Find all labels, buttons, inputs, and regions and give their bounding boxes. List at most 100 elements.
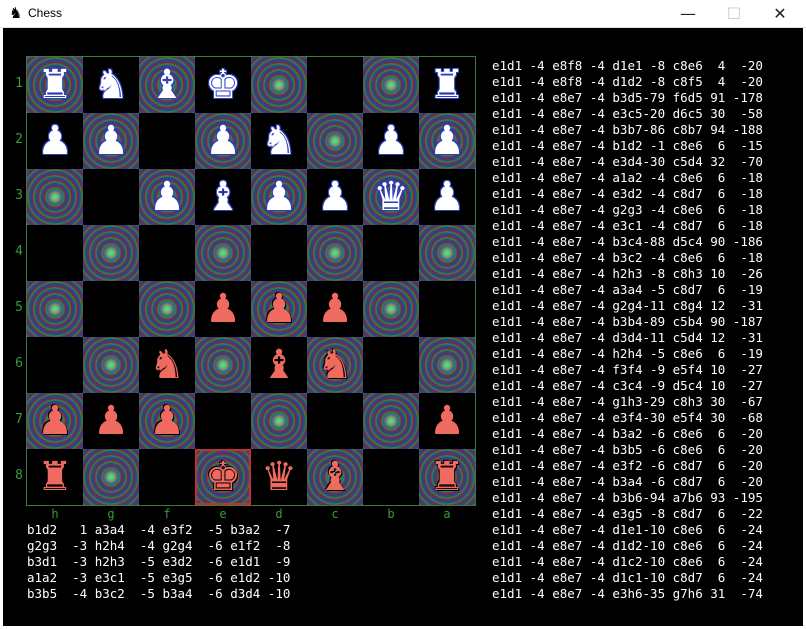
white-pawn-icon[interactable]: ♟ (27, 113, 83, 169)
black-pawn-icon[interactable]: ♟ (139, 393, 195, 449)
square-b6[interactable] (363, 337, 419, 393)
square-a8[interactable]: ♜ (419, 449, 475, 505)
white-bishop-icon[interactable]: ♝ (139, 57, 195, 113)
square-h3[interactable] (27, 169, 83, 225)
black-queen-icon[interactable]: ♛ (251, 449, 307, 505)
square-e1[interactable]: ♚ (195, 57, 251, 113)
white-knight-icon[interactable]: ♞ (83, 57, 139, 113)
square-h6[interactable] (27, 337, 83, 393)
square-a6[interactable] (419, 337, 475, 393)
white-king-icon[interactable]: ♚ (195, 57, 251, 113)
white-pawn-icon[interactable]: ♟ (251, 169, 307, 225)
black-bishop-icon[interactable]: ♝ (251, 337, 307, 393)
square-c3[interactable]: ♟ (307, 169, 363, 225)
white-pawn-icon[interactable]: ♟ (307, 169, 363, 225)
square-g8[interactable] (83, 449, 139, 505)
square-f3[interactable]: ♟ (139, 169, 195, 225)
square-a5[interactable] (419, 281, 475, 337)
square-a4[interactable] (419, 225, 475, 281)
square-d3[interactable]: ♟ (251, 169, 307, 225)
black-knight-icon[interactable]: ♞ (139, 337, 195, 393)
square-d2[interactable]: ♞ (251, 113, 307, 169)
white-pawn-icon[interactable]: ♟ (419, 113, 475, 169)
white-pawn-icon[interactable]: ♟ (83, 113, 139, 169)
square-a3[interactable]: ♟ (419, 169, 475, 225)
square-h2[interactable]: ♟ (27, 113, 83, 169)
square-b5[interactable] (363, 281, 419, 337)
square-h1[interactable]: ♜ (27, 57, 83, 113)
minimize-button[interactable]: — (665, 0, 711, 27)
square-b4[interactable] (363, 225, 419, 281)
square-e5[interactable]: ♟ (195, 281, 251, 337)
black-pawn-icon[interactable]: ♟ (307, 281, 363, 337)
black-pawn-icon[interactable]: ♟ (419, 393, 475, 449)
white-pawn-icon[interactable]: ♟ (419, 169, 475, 225)
square-g1[interactable]: ♞ (83, 57, 139, 113)
square-c5[interactable]: ♟ (307, 281, 363, 337)
chess-board[interactable]: ♜ ♞ ♝ ♚ ♜ ♟ ♟ ♟ ♞ ♟ ♟ ♟ ♝ ♟ ♟ ♛ ♟ ♟ ♟ ♟ ♞ ♝ ♞ ♟ ♟ ♟ ♟ ♜ ♚ ♛ ♝ ♜ (26, 56, 476, 506)
square-c6[interactable]: ♞ (307, 337, 363, 393)
black-pawn-icon[interactable]: ♟ (195, 281, 251, 337)
white-rook-icon[interactable]: ♜ (419, 57, 475, 113)
square-c8[interactable]: ♝ (307, 449, 363, 505)
white-knight-icon[interactable]: ♞ (251, 113, 307, 169)
square-f1[interactable]: ♝ (139, 57, 195, 113)
white-pawn-icon[interactable]: ♟ (363, 113, 419, 169)
square-a7[interactable]: ♟ (419, 393, 475, 449)
black-pawn-icon[interactable]: ♟ (27, 393, 83, 449)
square-e6[interactable] (195, 337, 251, 393)
square-e4[interactable] (195, 225, 251, 281)
square-f7[interactable]: ♟ (139, 393, 195, 449)
square-f8[interactable] (139, 449, 195, 505)
square-b8[interactable] (363, 449, 419, 505)
square-e8[interactable]: ♚ (195, 449, 251, 505)
black-pawn-icon[interactable]: ♟ (251, 281, 307, 337)
square-g6[interactable] (83, 337, 139, 393)
square-e2[interactable]: ♟ (195, 113, 251, 169)
square-c1[interactable] (307, 57, 363, 113)
black-king-icon[interactable]: ♚ (195, 449, 251, 505)
square-a2[interactable]: ♟ (419, 113, 475, 169)
square-d6[interactable]: ♝ (251, 337, 307, 393)
square-b1[interactable] (363, 57, 419, 113)
square-b2[interactable]: ♟ (363, 113, 419, 169)
square-a1[interactable]: ♜ (419, 57, 475, 113)
white-pawn-icon[interactable]: ♟ (139, 169, 195, 225)
square-e7[interactable] (195, 393, 251, 449)
square-f4[interactable] (139, 225, 195, 281)
black-pawn-icon[interactable]: ♟ (83, 393, 139, 449)
square-d8[interactable]: ♛ (251, 449, 307, 505)
square-d5[interactable]: ♟ (251, 281, 307, 337)
square-d7[interactable] (251, 393, 307, 449)
square-h5[interactable] (27, 281, 83, 337)
square-b3[interactable]: ♛ (363, 169, 419, 225)
maximize-button[interactable]: ☐ (711, 0, 757, 27)
square-b7[interactable] (363, 393, 419, 449)
white-queen-icon[interactable]: ♛ (363, 169, 419, 225)
close-button[interactable]: ✕ (757, 0, 803, 27)
square-e3[interactable]: ♝ (195, 169, 251, 225)
square-g7[interactable]: ♟ (83, 393, 139, 449)
square-h8[interactable]: ♜ (27, 449, 83, 505)
square-g4[interactable] (83, 225, 139, 281)
square-g3[interactable] (83, 169, 139, 225)
square-d1[interactable] (251, 57, 307, 113)
white-rook-icon[interactable]: ♜ (27, 57, 83, 113)
square-c4[interactable] (307, 225, 363, 281)
square-c7[interactable] (307, 393, 363, 449)
square-f5[interactable] (139, 281, 195, 337)
white-bishop-icon[interactable]: ♝ (195, 169, 251, 225)
square-c2[interactable] (307, 113, 363, 169)
white-pawn-icon[interactable]: ♟ (195, 113, 251, 169)
square-g5[interactable] (83, 281, 139, 337)
black-bishop-icon[interactable]: ♝ (307, 449, 363, 505)
square-h4[interactable] (27, 225, 83, 281)
square-d4[interactable] (251, 225, 307, 281)
black-knight-icon[interactable]: ♞ (307, 337, 363, 393)
square-f2[interactable] (139, 113, 195, 169)
black-rook-icon[interactable]: ♜ (419, 449, 475, 505)
square-f6[interactable]: ♞ (139, 337, 195, 393)
square-h7[interactable]: ♟ (27, 393, 83, 449)
black-rook-icon[interactable]: ♜ (27, 449, 83, 505)
square-g2[interactable]: ♟ (83, 113, 139, 169)
